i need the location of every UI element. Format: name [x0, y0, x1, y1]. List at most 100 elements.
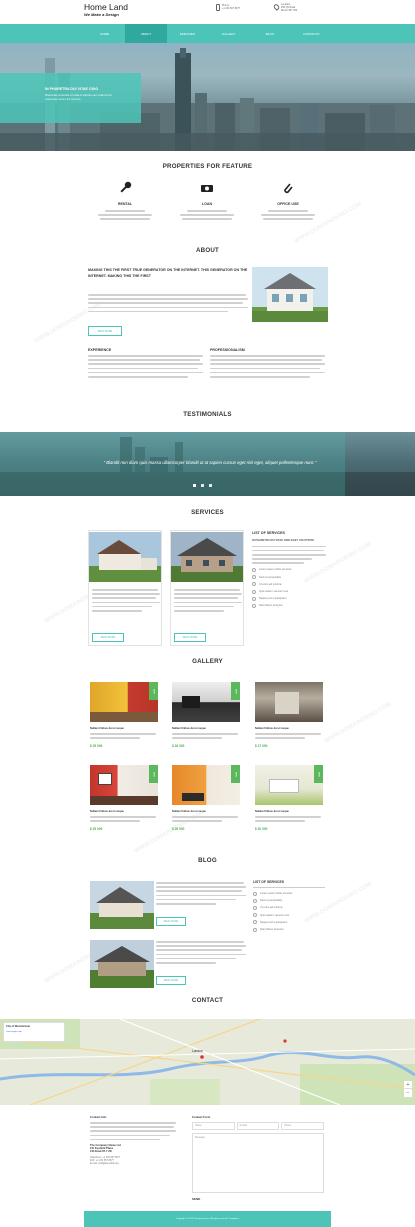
name-field[interactable]: Name:	[192, 1122, 235, 1130]
send-button[interactable]: SEND	[192, 1197, 324, 1201]
nav-label: BLOG	[265, 31, 275, 36]
services-list-text	[252, 545, 328, 564]
map-place: City of Westminster	[6, 1025, 31, 1028]
list-item-label: Nam libero tempore	[259, 604, 283, 608]
services-list-subtitle: IN PHARETRA DUI VITAE ODIO EGET VOLUTPAT…	[252, 539, 315, 542]
gallery-text	[255, 816, 323, 822]
gallery-item[interactable]: NEW Nullam finibus dui et neque $ 25 000	[90, 765, 158, 831]
gallery-text	[172, 733, 240, 739]
hero-caption-box: IN PHARETRA DUI VITAE ODIO Maecenas vene…	[0, 73, 141, 123]
list-item[interactable]: Sed ut perspiciatis	[252, 575, 328, 579]
field-placeholder: Name:	[195, 1124, 203, 1127]
list-item-label: Lorem ipsum dolor sit amet	[260, 892, 293, 896]
contact-form: Contact Form Name: E-mail: Phone: Messag…	[192, 1115, 325, 1201]
list-item[interactable]: Nam libero tempore	[253, 928, 325, 932]
list-item-label: Quis autem vel eum iure	[259, 590, 289, 593]
nav-label: HOME	[100, 31, 110, 36]
about-house-image	[252, 267, 328, 322]
list-item[interactable]: Nam libero tempore	[252, 604, 328, 608]
services-list: LIST OF SERVICES IN PHARETRA DUI VITAE O…	[252, 531, 328, 608]
list-item[interactable]: Lorem ipsum dolor sit amet	[252, 568, 328, 572]
email-link[interactable]: E-mail: mail@demolink.org	[90, 1162, 178, 1165]
new-tag: NEW	[314, 765, 323, 783]
phone-value: +1 234 567 8977	[222, 7, 241, 10]
list-item-label: Nam libero tempore	[260, 928, 284, 932]
gallery-item[interactable]: NEW Nullam finibus dui et neque $ 30 000	[255, 765, 323, 831]
testimonial-quote: " Blandit non diam quis massa ullamcorpe…	[103, 460, 317, 465]
address-line2: CD Road 87-7 2D	[90, 1150, 112, 1154]
about-read-more-button[interactable]: READ MORE	[88, 326, 122, 336]
nav-item-home[interactable]: HOME	[84, 24, 125, 43]
logo-tagline: We Make a Design	[84, 12, 119, 17]
service-card: READ MORE	[88, 530, 162, 646]
gallery-caption: Nullam finibus dui et neque	[90, 810, 124, 813]
zoom-out-button[interactable]: −	[404, 1089, 412, 1097]
map-city-label: London	[192, 1049, 203, 1053]
blog-list-title: LIST OF SERVICES	[253, 880, 285, 884]
feature-text	[258, 210, 318, 220]
new-tag: NEW	[231, 682, 240, 700]
list-item-label: Quis autem vel eum iure	[260, 913, 290, 917]
gallery-price: $ 25 000	[90, 743, 103, 748]
section-title: TESTIMONIALS	[183, 411, 232, 418]
service-text	[89, 583, 161, 612]
tag-label: NEW	[234, 771, 237, 777]
gallery-item[interactable]: Nullam finibus dui et neque $ 27 000	[255, 682, 323, 748]
nav-item-contacts[interactable]: CONTACTS	[291, 24, 332, 43]
email-field[interactable]: E-mail:	[236, 1122, 280, 1130]
section-title: PROPERTIES FOR FEATURE	[162, 163, 253, 170]
carousel-dot[interactable]	[201, 484, 204, 487]
blog-read-more-button[interactable]: READ MORE	[156, 976, 186, 985]
site-footer: Copyright © 2016 Company name. All right…	[84, 1211, 331, 1227]
field-placeholder: Message:	[195, 1136, 206, 1139]
list-item[interactable]: Ut enim ad minima	[253, 906, 325, 910]
blog-post: READ MORE	[88, 936, 248, 992]
list-item-label: Neque porro quisquam	[259, 597, 287, 601]
gallery-item[interactable]: NEW Nullam finibus dui et neque $ 26 000	[172, 682, 240, 748]
logo[interactable]: Home Land We Make a Design	[84, 3, 128, 18]
map[interactable]: City of Westminster View larger map Lond…	[0, 1019, 415, 1105]
feature-text	[95, 210, 155, 220]
nav-item-blog[interactable]: BLOG	[249, 24, 290, 43]
list-item[interactable]: Neque porro quisquam	[253, 920, 325, 924]
nav-item-services[interactable]: SERVICES	[167, 24, 208, 43]
form-row: Name: E-mail: Phone:	[192, 1122, 325, 1130]
list-item-label: Lorem ipsum dolor sit amet	[259, 568, 292, 572]
feature-label: OFFICE USE	[277, 202, 299, 206]
map-link[interactable]: View larger map	[6, 1031, 62, 1033]
gallery-price: $ 26 000	[172, 826, 185, 831]
service-read-more-button[interactable]: READ MORE	[92, 633, 124, 642]
section-title: CONTACT	[191, 997, 224, 1004]
phone-field[interactable]: Phone:	[281, 1122, 325, 1130]
button-label: READ MORE	[100, 636, 116, 639]
list-item[interactable]: Ut enim ad minima	[252, 582, 328, 586]
gallery-text	[90, 733, 158, 739]
gallery-caption: Nullam finibus dui et neque	[90, 727, 124, 730]
carousel-dot[interactable]	[209, 484, 212, 487]
copyright: Copyright © 2016 Company name. All right…	[176, 1218, 239, 1220]
gallery-item[interactable]: NEW Nullam finibus dui et neque $ 26 000	[172, 765, 240, 831]
list-item-label: Ut enim ad minima	[259, 582, 282, 586]
zoom-in-button[interactable]: +	[404, 1081, 412, 1089]
blog-read-more-button[interactable]: READ MORE	[156, 917, 186, 926]
section-title: SERVICES	[191, 509, 224, 516]
phone-icon	[216, 4, 220, 11]
list-item[interactable]: Lorem ipsum dolor sit amet	[253, 892, 325, 896]
gallery-caption: Nullam finibus dui et neque	[172, 727, 206, 730]
list-item-label: Sed ut perspiciatis	[259, 575, 281, 579]
nav-item-about[interactable]: ABOUT	[125, 24, 167, 43]
gallery-price: $ 26 000	[172, 743, 185, 748]
gallery-item[interactable]: NEW Nullam finibus dui et neque $ 25 000	[90, 682, 158, 748]
gallery-price: $ 25 000	[90, 826, 103, 831]
service-read-more-button[interactable]: READ MORE	[174, 633, 206, 642]
list-item[interactable]: Quis autem vel eum iure	[252, 590, 328, 594]
message-field[interactable]: Message:	[192, 1133, 324, 1193]
list-item[interactable]: Neque porro quisquam	[252, 597, 328, 601]
list-item-label: Sed ut perspiciatis	[260, 899, 282, 903]
nav-item-gallery[interactable]: GALLERY	[208, 24, 249, 43]
list-item[interactable]: Sed ut perspiciatis	[253, 899, 325, 903]
feature-rental: RENTAL	[95, 181, 155, 220]
carousel-dot-active[interactable]	[193, 484, 196, 487]
list-item[interactable]: Quis autem vel eum iure	[253, 913, 325, 917]
button-label: READ MORE	[163, 979, 179, 982]
